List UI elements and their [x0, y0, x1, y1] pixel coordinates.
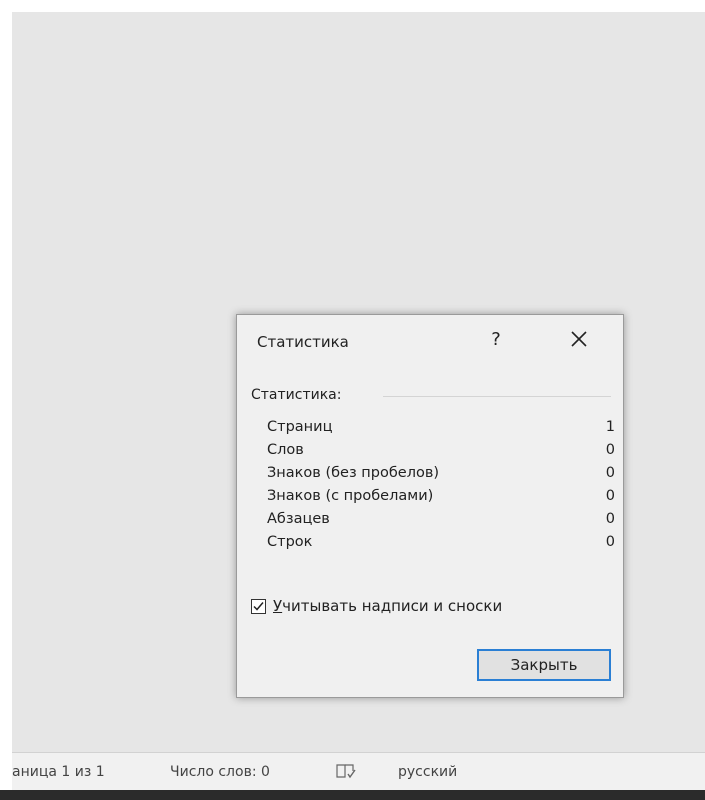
status-bar: аница 1 из 1 Число слов: 0 русский [12, 752, 705, 791]
stats-list: Страниц 1 Слов 0 Знаков (без пробелов) 0… [267, 419, 615, 557]
page-count[interactable]: аница 1 из 1 [12, 764, 105, 780]
stat-value: 0 [605, 534, 615, 550]
stat-value: 0 [605, 488, 615, 504]
checkbox-label: Учитывать надписи и сноски [273, 597, 502, 615]
word-count[interactable]: Число слов: 0 [170, 764, 270, 780]
taskbar-edge [0, 790, 705, 800]
stat-row-lines: Строк 0 [267, 534, 615, 557]
statistics-group-label: Статистика: [251, 387, 342, 403]
stat-row-chars-no-spaces: Знаков (без пробелов) 0 [267, 465, 615, 488]
stat-row-chars-with-spaces: Знаков (с пробелами) 0 [267, 488, 615, 511]
stat-label: Знаков (без пробелов) [267, 465, 440, 481]
close-icon[interactable] [565, 325, 593, 353]
checkbox-icon[interactable] [251, 599, 266, 614]
statistics-dialog: Статистика ? Статистика: Страниц 1 Слов … [236, 314, 624, 698]
stat-value: 0 [605, 465, 615, 481]
stat-label: Страниц [267, 419, 333, 435]
stat-value: 0 [605, 511, 615, 527]
stat-label: Знаков (с пробелами) [267, 488, 434, 504]
stat-row-paragraphs: Абзацев 0 [267, 511, 615, 534]
stat-value: 1 [605, 419, 615, 435]
stat-label: Строк [267, 534, 313, 550]
stat-label: Абзацев [267, 511, 330, 527]
language-indicator[interactable]: русский [398, 764, 457, 780]
close-button[interactable]: Закрыть [477, 649, 611, 681]
proofing-book-icon[interactable] [335, 761, 357, 785]
stat-label: Слов [267, 442, 304, 458]
group-divider [383, 396, 611, 397]
checkbox-label-text: читывать надписи и сноски [282, 597, 503, 615]
stat-row-pages: Страниц 1 [267, 419, 615, 442]
checkbox-label-accel: У [273, 597, 283, 615]
dialog-title: Статистика [257, 333, 349, 351]
stat-value: 0 [605, 442, 615, 458]
stat-row-words: Слов 0 [267, 442, 615, 465]
help-button[interactable]: ? [485, 329, 507, 350]
